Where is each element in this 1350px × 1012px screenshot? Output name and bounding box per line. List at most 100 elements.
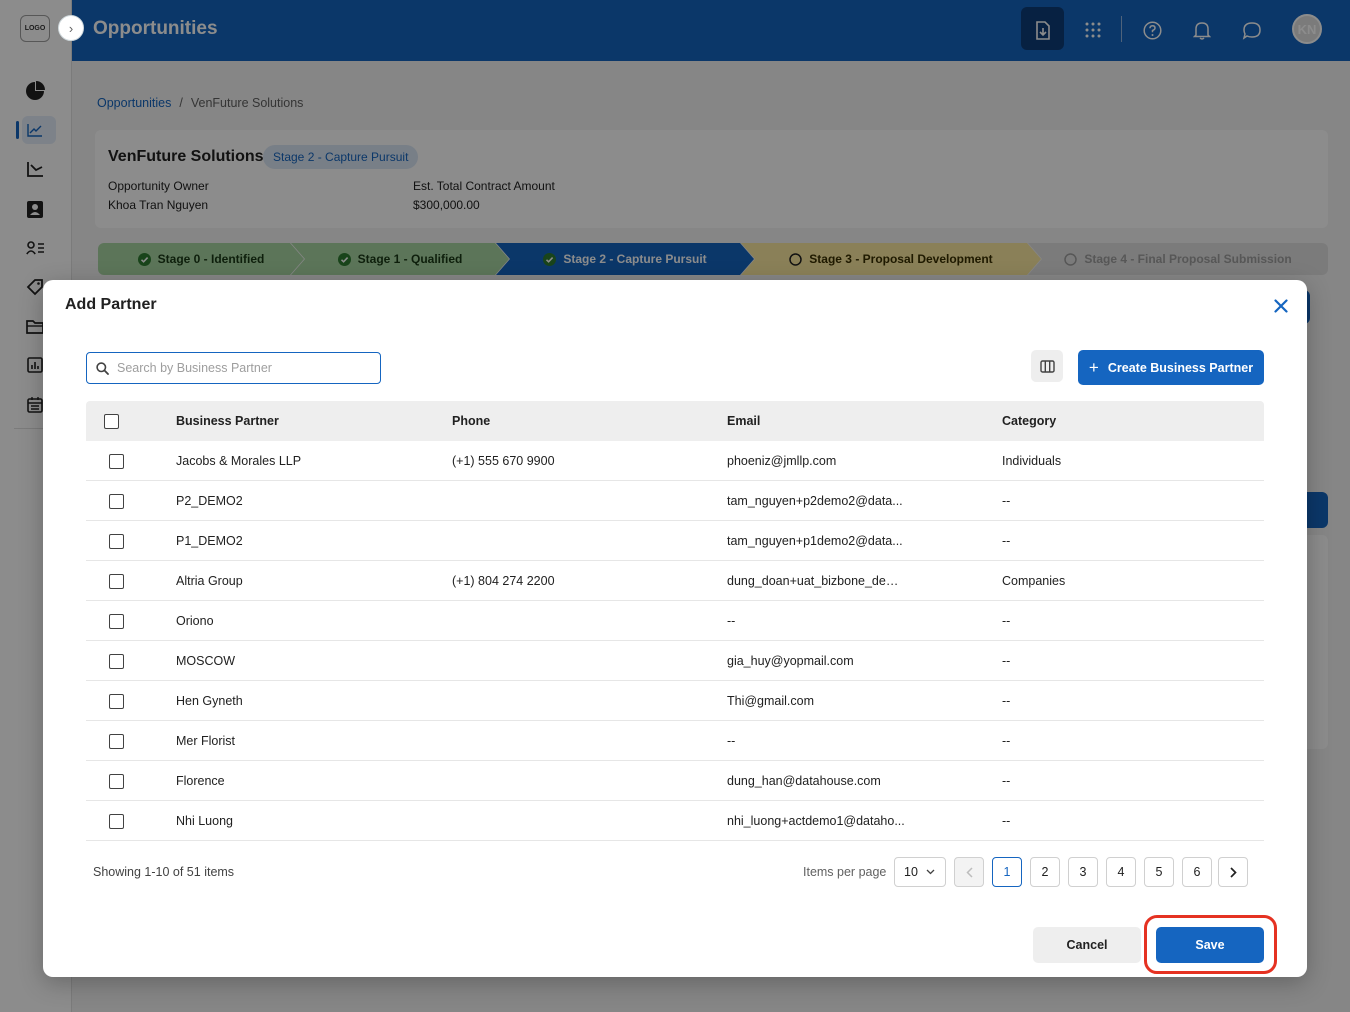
row-checkbox[interactable]: [109, 493, 124, 509]
items-per-page-label: Items per page: [803, 865, 887, 879]
row-checkbox[interactable]: [109, 653, 124, 669]
email-cell: dung_han@datahouse.com: [727, 761, 907, 801]
category-cell: --: [1002, 654, 1011, 668]
email-cell: --: [727, 601, 907, 641]
row-checkbox-cell: [86, 521, 134, 561]
table-row[interactable]: Jacobs & Morales LLP (+1) 555 670 9900 pho…: [86, 441, 1264, 481]
column-header-business-partner: Business Partner: [176, 414, 279, 428]
email-cell: nhi_luong+actdemo1@dataho...: [727, 801, 907, 841]
row-checkbox[interactable]: [109, 773, 124, 789]
page-button-2[interactable]: 2: [1030, 857, 1060, 887]
search-icon: [96, 361, 109, 375]
email-cell: --: [727, 721, 907, 761]
table-row[interactable]: P1_DEMO2 tam_nguyen+p1demo2@data... --: [86, 521, 1264, 561]
save-button-highlight: [1144, 915, 1277, 974]
email-text: gia_huy@yopmail.com: [727, 654, 854, 668]
email-text: tam_nguyen+p1demo2@data...: [727, 534, 903, 548]
email-cell: gia_huy@yopmail.com: [727, 641, 907, 681]
email-cell: phoeniz@jmllp.com: [727, 441, 907, 481]
page-button-5[interactable]: 5: [1144, 857, 1174, 887]
columns-icon: [1039, 359, 1055, 373]
category-cell: --: [1002, 734, 1011, 748]
page-button-4[interactable]: 4: [1106, 857, 1136, 887]
business-partner-cell: Hen Gyneth: [176, 694, 243, 708]
email-cell: tam_nguyen+p1demo2@data...: [727, 521, 907, 561]
next-page-button[interactable]: [1218, 857, 1248, 887]
create-business-partner-button[interactable]: + Create Business Partner: [1078, 350, 1264, 385]
table-row[interactable]: Florence dung_han@datahouse.com --: [86, 761, 1264, 801]
phone-cell: [452, 801, 712, 841]
row-checkbox-cell: [86, 561, 134, 601]
plus-icon: +: [1088, 358, 1099, 377]
column-header-email: Email: [727, 414, 761, 428]
add-partner-modal: Add Partner + Create Business Partner Bu…: [43, 280, 1307, 977]
column-settings-button[interactable]: [1031, 350, 1063, 382]
search-field[interactable]: [86, 352, 381, 384]
row-checkbox-cell: [86, 481, 134, 521]
business-partner-cell: P1_DEMO2: [176, 534, 243, 548]
sidebar-collapse-button[interactable]: ›: [58, 15, 84, 41]
search-input[interactable]: [117, 361, 367, 375]
category-cell: --: [1002, 534, 1011, 548]
modal-title: Add Partner: [65, 296, 157, 313]
category-cell: Companies: [1002, 574, 1066, 588]
page-button-1[interactable]: 1: [992, 857, 1022, 887]
row-checkbox-cell: [86, 681, 134, 721]
row-checkbox[interactable]: [109, 693, 124, 709]
phone-cell: [452, 761, 712, 801]
business-partner-cell: P2_DEMO2: [176, 494, 243, 508]
email-text: phoeniz@jmllp.com: [727, 454, 837, 468]
email-text: --: [727, 734, 736, 748]
row-checkbox-cell: [86, 801, 134, 841]
page-button-3[interactable]: 3: [1068, 857, 1098, 887]
table-row[interactable]: MOSCOW gia_huy@yopmail.com --: [86, 641, 1264, 681]
row-checkbox[interactable]: [109, 573, 124, 589]
column-header-phone: Phone: [452, 414, 491, 428]
close-button[interactable]: [1269, 294, 1293, 318]
previous-page-button[interactable]: [954, 857, 984, 887]
phone-cell: (+1) 804 274 2200: [452, 574, 555, 588]
close-icon: [1274, 299, 1288, 313]
row-checkbox[interactable]: [109, 733, 124, 749]
email-text: tam_nguyen+p2demo2@data...: [727, 494, 903, 508]
email-text: nhi_luong+actdemo1@dataho...: [727, 814, 905, 828]
table-row[interactable]: Hen Gyneth Thi@gmail.com --: [86, 681, 1264, 721]
column-header-category: Category: [1002, 414, 1057, 428]
chevron-down-icon: [926, 869, 935, 875]
phone-cell: (+1) 555 670 9900: [452, 454, 555, 468]
phone-cell: [452, 641, 712, 681]
phone-cell: [452, 721, 712, 761]
row-checkbox-cell: [86, 721, 134, 761]
business-partner-cell: Nhi Luong: [176, 814, 233, 828]
business-partner-cell: Jacobs & Morales LLP: [176, 454, 302, 468]
page-button-6[interactable]: 6: [1182, 857, 1212, 887]
chevron-right-icon: ›: [68, 20, 74, 36]
row-checkbox[interactable]: [109, 613, 124, 629]
row-checkbox[interactable]: [109, 813, 124, 829]
category-cell: --: [1002, 614, 1011, 628]
email-cell: tam_nguyen+p2demo2@data...: [727, 481, 907, 521]
category-cell: --: [1002, 814, 1011, 828]
category-cell: --: [1002, 494, 1011, 508]
email-text: --: [727, 614, 736, 628]
items-per-page-select[interactable]: 10: [894, 857, 946, 887]
row-checkbox[interactable]: [109, 453, 124, 469]
row-checkbox[interactable]: [109, 533, 124, 549]
row-checkbox-cell: [86, 641, 134, 681]
table-row[interactable]: Altria Group (+1) 804 274 2200 dung_doan+u…: [86, 561, 1264, 601]
table-row[interactable]: Oriono -- --: [86, 601, 1264, 641]
email-text: dung_doan+uat_bizbone_dem...: [727, 574, 905, 588]
table-row[interactable]: Nhi Luong nhi_luong+actdemo1@dataho... --: [86, 801, 1264, 841]
table-row[interactable]: P2_DEMO2 tam_nguyen+p2demo2@data... --: [86, 481, 1264, 521]
select-all-checkbox[interactable]: [104, 413, 119, 429]
category-cell: Individuals: [1002, 454, 1062, 468]
row-checkbox-cell: [86, 601, 134, 641]
row-checkbox-cell: [86, 761, 134, 801]
pagination-summary: Showing 1-10 of 51 items: [93, 865, 235, 879]
table-row[interactable]: Mer Florist -- --: [86, 721, 1264, 761]
cancel-button[interactable]: Cancel: [1033, 927, 1141, 963]
create-business-partner-label: Create Business Partner: [1107, 360, 1254, 375]
business-partner-cell: Altria Group: [176, 574, 243, 588]
business-partner-cell: Mer Florist: [176, 734, 236, 748]
partner-table: Business Partner Phone Email Category Ja…: [86, 401, 1264, 841]
